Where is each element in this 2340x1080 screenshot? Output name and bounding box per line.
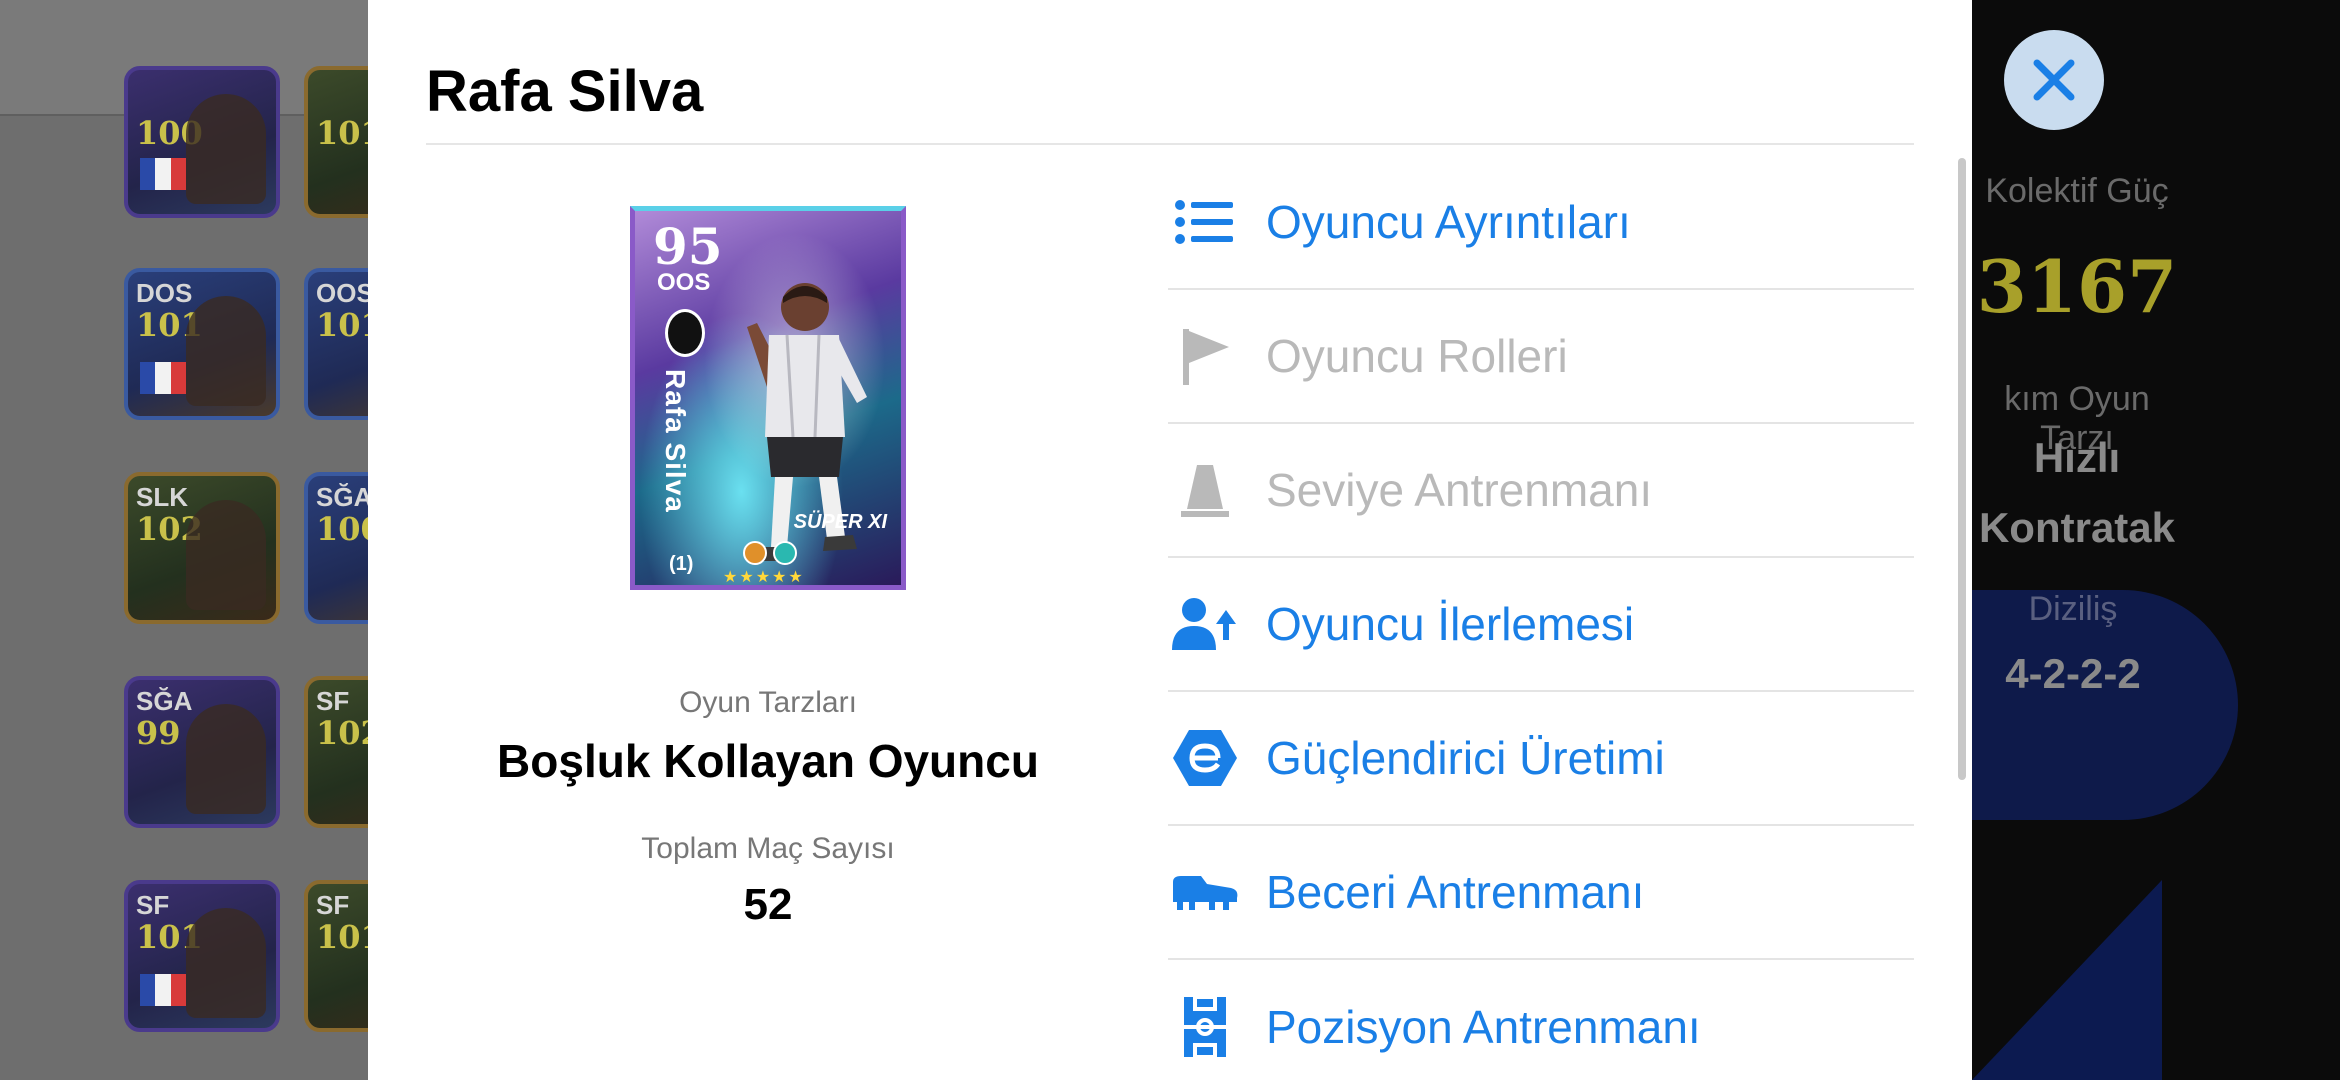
card-position: SĞA [136,686,193,716]
player-dialog: Rafa Silva 95 OOS Rafa Silva SÜPER XI (1… [368,0,1972,1080]
card-position: OOS [316,278,374,308]
team-strength-value: 3167 [1976,244,2178,329]
player-card[interactable]: 95 OOS Rafa Silva SÜPER XI (1) ★★★★★ [630,206,906,590]
boot-icon [1170,857,1240,927]
title-divider [426,143,1914,145]
card-player-name: Rafa Silva [660,369,691,513]
club-crest-icon [665,309,705,357]
booster-icon [1170,723,1240,793]
player-portrait [186,704,266,814]
background-player-card: SLK 102 [124,472,280,624]
menu-label: Oyuncu İlerlemesi [1266,598,1635,650]
team-style-value: Kontratak [1978,504,2176,551]
playstyle-value: Boşluk Kollayan Oyuncu [497,735,1039,787]
card-position: SLK [136,482,188,512]
menu-skill-training[interactable]: Beceri Antrenmanı [1168,826,1914,960]
flag-icon [140,974,186,1006]
menu-label: Oyuncu Rolleri [1266,330,1568,382]
player-portrait [186,908,266,1018]
menu-position-training[interactable]: Pozisyon Antrenmanı [1168,960,1914,1080]
player-progress-icon [1170,589,1240,659]
card-stars: ★★★★★ [723,569,805,586]
background-player-card: SĞA 99 [124,676,280,828]
background-player-card: SF 101 [124,880,280,1032]
booster-icon [743,541,767,565]
card-boosters [743,541,797,565]
player-portrait [186,500,266,610]
flag-icon [140,362,186,394]
menu-level-training[interactable]: Seviye Antrenmanı [1168,424,1914,558]
card-position: SF [316,686,350,716]
card-rating: 99 [136,714,181,752]
list-icon [1170,187,1240,257]
booster-icon [773,541,797,565]
menu-player-roles[interactable]: Oyuncu Rolleri [1168,290,1914,424]
menu-label: Oyuncu Ayrıntıları [1266,196,1631,248]
menu-booster-creation[interactable]: Güçlendirici Üretimi [1168,692,1914,826]
flag-icon [140,158,186,190]
background-player-card: 100 [124,66,280,218]
formation-panel: Diziliş 4-2-2-2 [1968,590,2238,820]
flag-icon [1170,321,1240,391]
matches-value: 52 [743,880,793,929]
menu-player-progression[interactable]: Oyuncu İlerlemesi [1168,558,1914,692]
close-button[interactable] [2004,30,2104,130]
formation-label: Diziliş [2028,590,2118,628]
card-position: SF [316,890,350,920]
menu-label: Seviye Antrenmanı [1266,464,1653,516]
player-portrait [186,94,266,204]
playstyle-label: Oyun Tarzları [679,686,857,719]
decorative-stripe [1972,880,2162,1080]
close-icon [2033,59,2075,101]
card-position: SĞA [316,482,373,512]
background-player-card: DOS 101 [124,268,280,420]
matches-label: Toplam Maç Sayısı [641,832,895,865]
menu-label: Güçlendirici Üretimi [1266,732,1665,784]
formation-value: 4-2-2-2 [2005,650,2141,697]
player-name-title: Rafa Silva [426,59,704,124]
menu-label: Pozisyon Antrenmanı [1266,1001,1701,1053]
menu-label: Beceri Antrenmanı [1266,866,1645,918]
card-badge: SÜPER XI [793,511,887,533]
pitch-icon [1170,992,1240,1062]
team-strength-label: Kolektif Güç [1985,172,2169,210]
cone-icon [1170,455,1240,525]
menu-player-details[interactable]: Oyuncu Ayrıntıları [1168,156,1914,290]
card-position: DOS [136,278,193,308]
card-position: OOS [657,269,711,296]
card-position: SF [136,890,170,920]
team-style-value: Hızlı [2033,434,2121,481]
card-rating: 95 [653,217,723,276]
card-number: (1) [669,553,694,575]
player-portrait [186,296,266,406]
scrollbar[interactable] [1958,158,1966,780]
